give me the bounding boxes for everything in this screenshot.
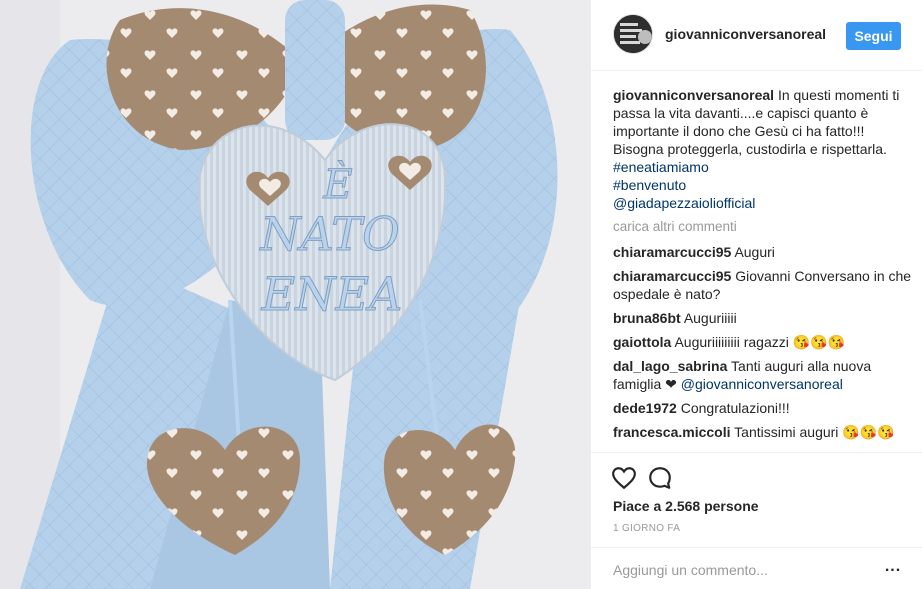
photo-text-line1: È [322,161,352,208]
comment-username[interactable]: bruna86bt [613,310,681,326]
hashtag-link[interactable]: #eneatiamiamo [613,158,913,176]
comment-item: dede1972 Congratulazioni!!! [613,399,913,417]
photo-text-line2: NATO [259,207,399,261]
mention-link[interactable]: @giovanniconversanoreal [681,376,843,392]
comment-username[interactable]: dal_lago_sabrina [613,358,727,374]
comment-username[interactable]: chiaramarcucci95 [613,268,731,284]
comment-item: chiaramarcucci95 Giovanni Conversano in … [613,267,913,303]
avatar-image-icon [614,15,652,53]
post-photo[interactable]: È NATO ENEA [0,0,590,589]
follow-button[interactable]: Segui [846,22,901,50]
comment-item: dal_lago_sabrina Tanti auguri alla nuova… [613,357,913,393]
caption: giovanniconversanoreal In questi momenti… [613,86,913,212]
comment-username[interactable]: francesca.miccoli [613,424,731,440]
post-date: 1 GIORNO FA [613,523,681,534]
comment-username[interactable]: chiaramarcucci95 [613,244,731,260]
avatar[interactable] [613,14,653,54]
more-options-button[interactable]: ... [881,558,905,580]
comment-item: bruna86bt Auguriiiii [613,309,913,327]
header-username[interactable]: giovanniconversanoreal [665,26,826,42]
post-sidebar: giovanniconversanoreal Segui giovannicon… [590,0,922,589]
comment-text: Congratulazioni!!! [680,400,790,416]
comment-text: Auguriiiii [683,310,737,326]
baby-ribbon-illustration: È NATO ENEA [0,0,590,589]
heart-icon[interactable] [611,465,637,491]
comment-item: francesca.miccoli Tantissimi auguri 😘😘😘 [613,423,913,441]
comment-icon[interactable] [647,465,673,491]
comment-username[interactable]: gaiottola [613,334,671,350]
instagram-post: È NATO ENEA giovanniconversanoreal Segui… [0,0,922,589]
comment-text: Tantissimi auguri 😘😘😘 [734,424,895,440]
photo-text-line3: ENEA [261,267,403,321]
add-comment-bar: ... [591,547,922,589]
post-header: giovanniconversanoreal Segui [591,0,922,71]
comment-text: Auguri [734,244,775,260]
caption-username[interactable]: giovanniconversanoreal [613,87,774,103]
load-more-comments-link[interactable]: carica altri commenti [613,218,913,236]
comment-item: gaiottola Auguriiiiiiiii ragazzi 😘😘😘 [613,333,913,351]
mention-link[interactable]: @giadapezzaioliofficial [613,194,913,212]
hashtag-link[interactable]: #benvenuto [613,176,913,194]
comment-text: Auguriiiiiiiii ragazzi 😘😘😘 [674,334,846,350]
post-actions: Piace a 2.568 persone 1 GIORNO FA ... [591,452,922,580]
comments-list[interactable]: giovanniconversanoreal In questi momenti… [613,86,913,452]
comment-item: chiaramarcucci95 Auguri [613,243,913,261]
comment-input[interactable] [613,560,863,580]
comment-username[interactable]: dede1972 [613,400,677,416]
likes-count[interactable]: Piace a 2.568 persone [613,498,759,514]
